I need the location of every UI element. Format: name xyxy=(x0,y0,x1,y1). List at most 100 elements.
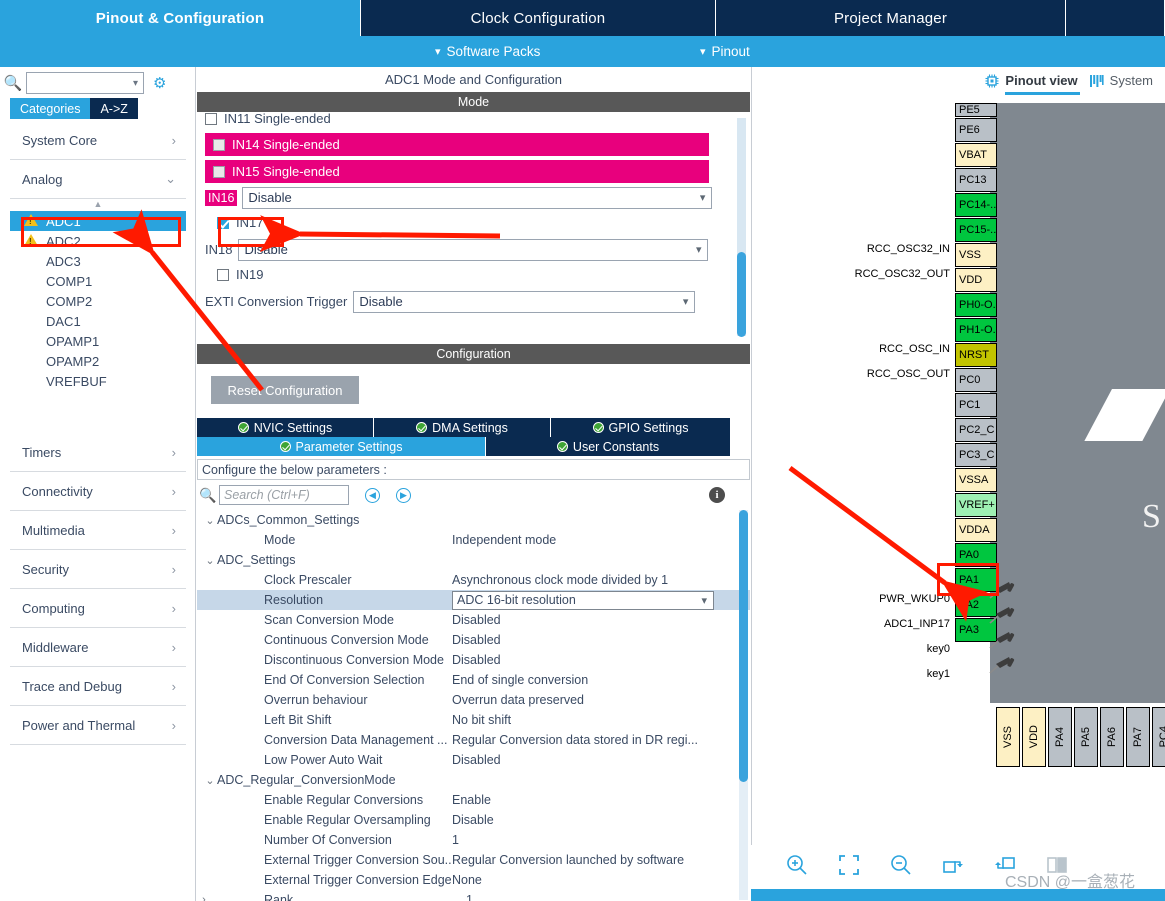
tab-tools[interactable] xyxy=(1065,0,1165,36)
fit-to-screen-icon[interactable] xyxy=(823,853,875,883)
mode-scrollbar-thumb[interactable] xyxy=(737,252,746,337)
sidebar-item-comp1[interactable]: COMP1 xyxy=(10,271,186,291)
pin-ph0[interactable]: PH0-O.. xyxy=(955,293,997,317)
table-row[interactable]: Discontinuous Conversion Mode Disabled xyxy=(197,650,750,670)
pin-vdd[interactable]: VDD xyxy=(955,268,997,292)
pin-pa2[interactable]: PA2 xyxy=(955,593,997,617)
tab-dma-settings[interactable]: DMA Settings xyxy=(374,418,551,437)
tree-group-adc-regular-conversionmode[interactable]: ⌄ ADC_Regular_ConversionMode xyxy=(197,770,750,790)
table-row[interactable]: Clock Prescaler Asynchronous clock mode … xyxy=(197,570,750,590)
chevron-left-circle-icon[interactable]: ◀ xyxy=(365,487,380,503)
tab-categories[interactable]: Categories xyxy=(10,98,91,119)
pin-vssa[interactable]: VSSA xyxy=(955,468,997,492)
sidebar-item-connectivity[interactable]: Connectivity › xyxy=(10,472,186,511)
parameter-search-input[interactable]: Search (Ctrl+F) xyxy=(219,485,349,505)
pin-ph1[interactable]: PH1-O.. xyxy=(955,318,997,342)
table-row[interactable]: Overrun behaviour Overrun data preserved xyxy=(197,690,750,710)
pin-pc1[interactable]: PC1 xyxy=(955,393,997,417)
pin-pe5[interactable]: PE5 xyxy=(955,103,997,117)
sidebar-item-dac1[interactable]: DAC1 xyxy=(10,311,186,331)
sidebar-item-multimedia[interactable]: Multimedia › xyxy=(10,511,186,550)
checkbox-in19[interactable] xyxy=(217,268,229,281)
chevron-down-icon[interactable]: ⌄ xyxy=(203,514,217,527)
table-row[interactable]: Mode Independent mode xyxy=(197,530,750,550)
table-row[interactable]: Scan Conversion Mode Disabled xyxy=(197,610,750,630)
sidebar-item-analog[interactable]: Analog ⌄ xyxy=(10,160,186,199)
tab-nvic-settings[interactable]: NVIC Settings xyxy=(197,418,374,437)
sidebar-search-input[interactable]: ▾ xyxy=(26,72,144,94)
mode-row-in15[interactable]: IN15 Single-ended xyxy=(205,160,709,183)
pin-bottom-pa7[interactable]: PA7 xyxy=(1126,707,1150,767)
sidebar-item-opamp1[interactable]: OPAMP1 xyxy=(10,331,186,351)
pin-bottom-pa4[interactable]: PA4 xyxy=(1048,707,1072,767)
scroll-up-arrow[interactable]: ▲ xyxy=(10,199,186,211)
pin-vss[interactable]: VSS xyxy=(955,243,997,267)
mode-row-in14[interactable]: IN14 Single-ended xyxy=(205,133,709,156)
sidebar-item-trace-and-debug[interactable]: Trace and Debug › xyxy=(10,667,186,706)
tab-parameter-settings[interactable]: Parameter Settings xyxy=(197,437,486,456)
mode-row-in11[interactable]: IN11 Single-ended xyxy=(205,112,742,129)
combo-resolution[interactable]: ADC 16-bit resolution ▾ xyxy=(452,590,714,610)
combo-in18[interactable]: Disable ▾ xyxy=(238,238,709,261)
info-icon[interactable]: i xyxy=(709,487,725,503)
table-row[interactable]: End Of Conversion Selection End of singl… xyxy=(197,670,750,690)
tab-project-manager[interactable]: Project Manager xyxy=(715,0,1065,36)
tab-gpio-settings[interactable]: GPIO Settings xyxy=(551,418,730,437)
sidebar-item-timers[interactable]: Timers › xyxy=(10,433,186,472)
tab-pinout-view[interactable]: Pinout view xyxy=(985,73,1080,95)
pin-pc14[interactable]: PC14-.. xyxy=(955,193,997,217)
pin-pc13[interactable]: PC13 xyxy=(955,168,997,192)
pin-pc15[interactable]: PC15-.. xyxy=(955,218,997,242)
table-row[interactable]: Number Of Conversion 1 xyxy=(197,830,750,850)
menu-pinout[interactable]: ▾ Pinout xyxy=(700,36,750,67)
pin-pe6[interactable]: PE6 xyxy=(955,118,997,142)
combo-in16[interactable]: Disable ▾ xyxy=(242,186,713,209)
mode-row-in19[interactable]: IN19 xyxy=(205,264,742,285)
pin-bottom-pa5[interactable]: PA5 xyxy=(1074,707,1098,767)
pin-bottom-vss[interactable]: VSS xyxy=(996,707,1020,767)
table-row[interactable]: Low Power Auto Wait Disabled xyxy=(197,750,750,770)
pin-bottom-vdd[interactable]: VDD xyxy=(1022,707,1046,767)
chevron-down-icon[interactable]: ⌄ xyxy=(203,554,217,567)
table-row[interactable]: Enable Regular Conversions Enable xyxy=(197,790,750,810)
pin-vref-plus[interactable]: VREF+ xyxy=(955,493,997,517)
sidebar-item-comp2[interactable]: COMP2 xyxy=(10,291,186,311)
pin-bottom-pc4[interactable]: PC4 xyxy=(1152,707,1165,767)
checkbox-in17[interactable] xyxy=(217,216,229,229)
table-row[interactable]: External Trigger Conversion Edge None xyxy=(197,870,750,890)
sidebar-item-adc1[interactable]: ADC1 xyxy=(10,211,186,231)
checkbox-in14[interactable] xyxy=(213,138,225,151)
table-row[interactable]: Left Bit Shift No bit shift xyxy=(197,710,750,730)
table-row[interactable]: Conversion Data Management ... Regular C… xyxy=(197,730,750,750)
chevron-down-icon[interactable]: ⌄ xyxy=(203,774,217,787)
pin-pc2c[interactable]: PC2_C xyxy=(955,418,997,442)
zoom-out-icon[interactable] xyxy=(875,853,927,883)
tree-group-adc-settings[interactable]: ⌄ ADC_Settings xyxy=(197,550,750,570)
chip-diagram[interactable]: S PE5 PE6 VBAT PC13 PC14-.. PC15-.. VSS … xyxy=(752,103,1165,893)
checkbox-in15[interactable] xyxy=(213,165,225,178)
sidebar-item-opamp2[interactable]: OPAMP2 xyxy=(10,351,186,371)
tab-a-to-z[interactable]: A->Z xyxy=(90,98,138,119)
pin-pa3[interactable]: PA3 xyxy=(955,618,997,642)
pin-nrst[interactable]: NRST xyxy=(955,343,997,367)
reset-configuration-button[interactable]: Reset Configuration xyxy=(211,376,359,404)
tab-clock-configuration[interactable]: Clock Configuration xyxy=(360,0,715,36)
sidebar-item-middleware[interactable]: Middleware › xyxy=(10,628,186,667)
table-row-resolution[interactable]: Resolution ADC 16-bit resolution ▾ xyxy=(197,590,750,610)
chevron-right-icon[interactable]: › xyxy=(197,894,211,901)
tab-user-constants[interactable]: User Constants xyxy=(486,437,730,456)
pin-vbat[interactable]: VBAT xyxy=(955,143,997,167)
pin-pc0[interactable]: PC0 xyxy=(955,368,997,392)
table-row[interactable]: Continuous Conversion Mode Disabled xyxy=(197,630,750,650)
combo-exti-conversion-trigger[interactable]: Disable ▾ xyxy=(353,290,696,313)
tree-group-rank[interactable]: › Rank 1 xyxy=(197,890,750,901)
checkbox-in11[interactable] xyxy=(205,112,217,125)
pin-vdda[interactable]: VDDA xyxy=(955,518,997,542)
parameter-scrollbar-thumb[interactable] xyxy=(739,510,748,782)
pin-bottom-pa6[interactable]: PA6 xyxy=(1100,707,1124,767)
pin-pa0[interactable]: PA0 xyxy=(955,543,997,567)
sidebar-item-system-core[interactable]: System Core › xyxy=(10,121,186,160)
zoom-in-icon[interactable] xyxy=(771,853,823,883)
mode-row-in17[interactable]: IN17 xyxy=(205,212,742,233)
sidebar-item-adc2[interactable]: ADC2 xyxy=(10,231,186,251)
